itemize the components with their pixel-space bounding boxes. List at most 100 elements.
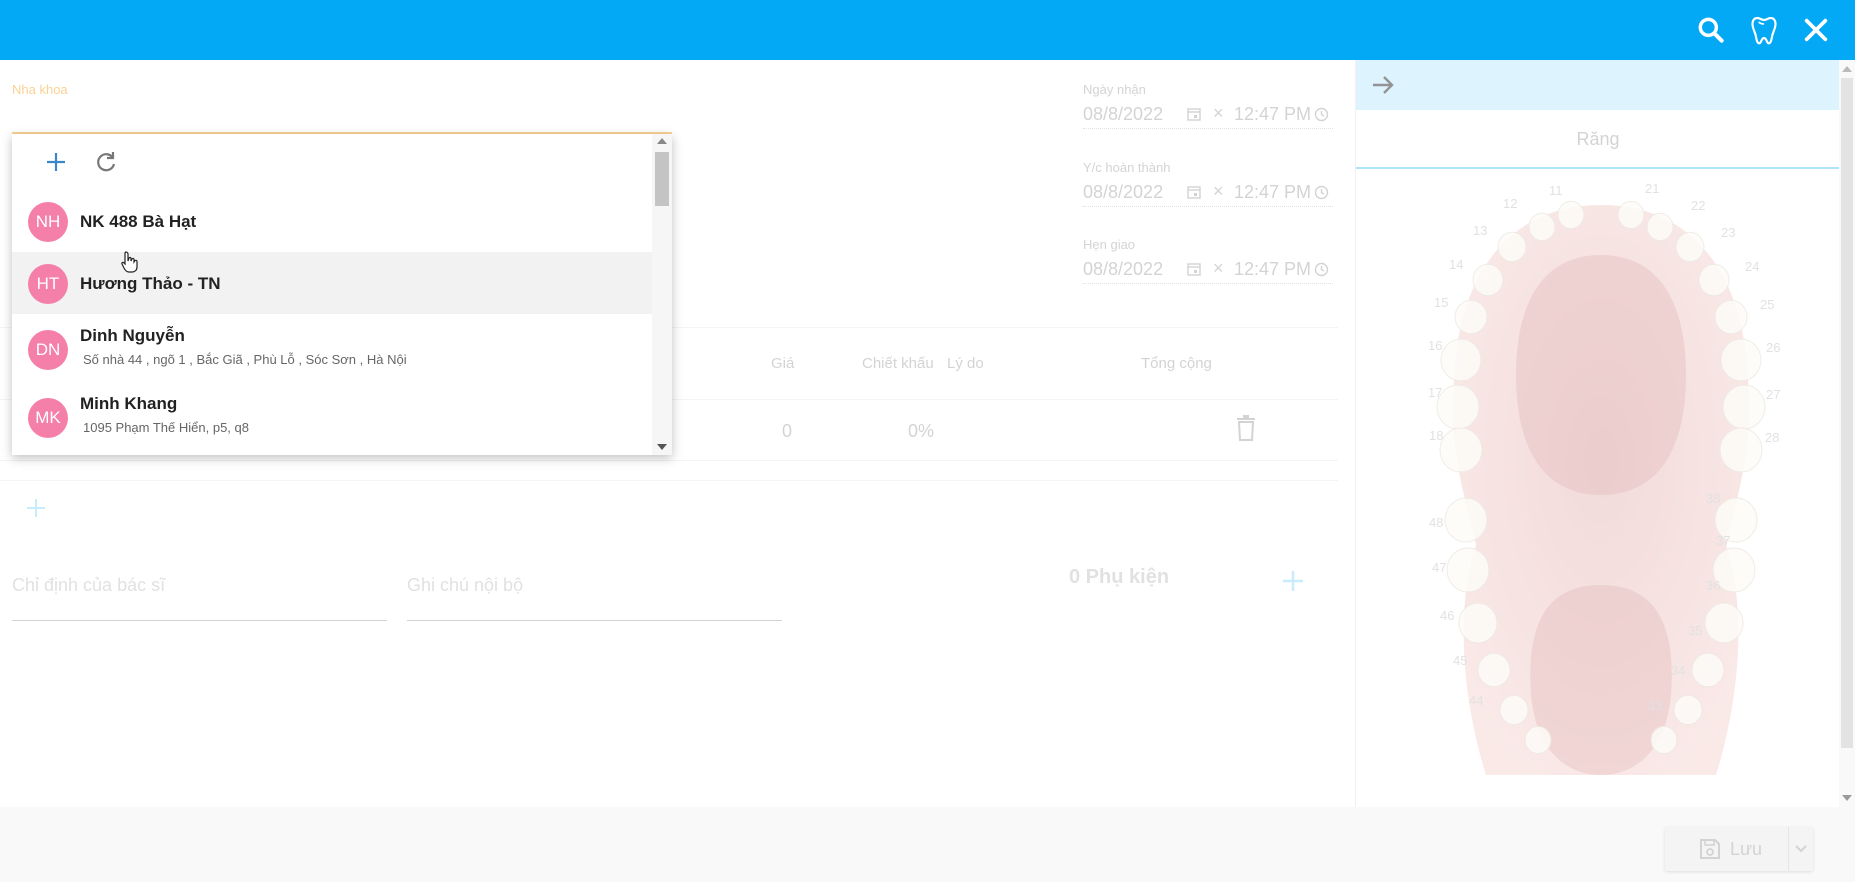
tooth-number: 26 <box>1766 340 1780 355</box>
list-item[interactable]: MK Minh Khang 1095 Phạm Thế Hiển, p5, q8 <box>12 382 652 444</box>
add-accessory-icon[interactable] <box>1280 568 1306 594</box>
scroll-thumb[interactable] <box>655 152 669 206</box>
delivery-time-value[interactable]: 12:47 PM <box>1234 259 1311 280</box>
clear-icon[interactable]: × <box>1213 181 1224 202</box>
tooth-number: 12 <box>1503 196 1517 211</box>
tooth <box>1646 212 1674 242</box>
tooth <box>1477 652 1511 688</box>
tooth <box>1720 338 1762 382</box>
tooth <box>1704 602 1744 644</box>
list-item[interactable]: NH NK 488 Bà Hạt <box>12 190 652 252</box>
tooth-number: 25 <box>1760 297 1774 312</box>
save-button[interactable]: Lưu <box>1665 827 1789 871</box>
list-item[interactable]: HT Hương Thảo - TN <box>12 252 652 314</box>
price-column-header: Giá <box>771 355 795 372</box>
received-time-value[interactable]: 12:47 PM <box>1234 104 1311 125</box>
save-button-label: Lưu <box>1730 839 1763 859</box>
tooth <box>1524 725 1552 755</box>
teeth-panel-scrollbar[interactable] <box>1839 60 1855 807</box>
tooth <box>1650 725 1678 755</box>
item-name: Hương Thảo - TN <box>80 274 221 293</box>
item-name: NK 488 Bà Hạt <box>80 212 197 231</box>
calendar-icon[interactable] <box>1187 262 1201 276</box>
doctor-instruction-label: Chỉ định của bác sĩ <box>12 575 166 595</box>
tooth-number: 47 <box>1432 560 1446 575</box>
tooth <box>1444 497 1488 543</box>
calendar-icon[interactable] <box>1187 185 1201 199</box>
teeth-panel-header <box>1356 60 1855 110</box>
due-date-value[interactable]: 08/8/2022 <box>1083 182 1163 203</box>
tooth <box>1675 231 1705 263</box>
accessories-count: 0 Phụ kiện <box>1069 566 1170 588</box>
item-name: Dinh Nguyễn <box>80 326 185 345</box>
internal-note-underline <box>407 620 782 621</box>
trash-icon[interactable] <box>1235 415 1257 441</box>
due-time-value[interactable]: 12:47 PM <box>1234 182 1311 203</box>
floppy-disk-icon <box>1700 839 1720 859</box>
teeth-chart[interactable]: 11 21 12 22 13 23 14 24 15 25 16 26 17 27 18 28 48 47 46 45… <box>1366 175 1836 807</box>
tooth-number: 27 <box>1766 387 1780 402</box>
add-row-icon[interactable] <box>24 496 48 520</box>
tooth-number: 33 <box>1648 698 1662 713</box>
save-options-button[interactable] <box>1789 827 1813 871</box>
lab-field-label: Nha khoa <box>12 82 68 97</box>
avatar: MK <box>28 398 68 438</box>
clear-icon[interactable]: × <box>1213 258 1224 279</box>
save-button-group: Lưu <box>1665 827 1813 871</box>
tooth-number: 22 <box>1691 198 1705 213</box>
scroll-thumb[interactable] <box>1841 78 1853 748</box>
due-date-field[interactable]: 08/8/2022 × 12:47 PM <box>1083 179 1333 207</box>
dropdown-toolbar <box>12 134 652 190</box>
tooth <box>1557 200 1585 230</box>
scroll-down-arrow[interactable] <box>1842 795 1852 801</box>
tooth <box>1436 384 1480 430</box>
tooth-number: 44 <box>1469 693 1483 708</box>
calendar-icon[interactable] <box>1187 107 1201 121</box>
clock-icon[interactable] <box>1314 107 1329 122</box>
add-icon[interactable] <box>42 148 70 176</box>
received-date-field[interactable]: 08/8/2022 × 12:47 PM <box>1083 101 1333 129</box>
delivery-date-value[interactable]: 08/8/2022 <box>1083 259 1163 280</box>
row-price[interactable]: 0 <box>782 421 792 442</box>
accessories-panel: 0 Phụ kiện <box>1055 550 1335 620</box>
refresh-icon[interactable] <box>92 148 120 176</box>
received-date-value[interactable]: 08/8/2022 <box>1083 104 1163 125</box>
avatar: HT <box>28 264 68 304</box>
tooth-number: 35 <box>1688 623 1702 638</box>
item-address: 1095 Phạm Thế Hiển, p5, q8 <box>83 420 249 435</box>
doctor-instruction-field[interactable]: Chỉ định của bác sĩ <box>12 575 387 621</box>
tooth <box>1439 427 1483 473</box>
tooth-number: 46 <box>1440 608 1454 623</box>
clock-icon[interactable] <box>1314 262 1329 277</box>
scroll-down-arrow[interactable] <box>657 444 667 450</box>
tooth-number: 21 <box>1645 181 1659 196</box>
tab-teeth[interactable]: Răng <box>1356 110 1840 169</box>
arrow-right-icon[interactable] <box>1370 72 1396 98</box>
tooth <box>1722 384 1766 430</box>
teeth-panel: Răng 11 21 12 22 13 23 14 24 15 25 16 26 17 27 18 28 48 4… <box>1355 60 1855 807</box>
tooth-number: 45 <box>1453 653 1467 668</box>
clear-icon[interactable]: × <box>1213 103 1224 124</box>
internal-note-field[interactable]: Ghi chú nội bộ <box>407 575 782 621</box>
scroll-up-arrow[interactable] <box>657 138 667 144</box>
tooth-number: 38 <box>1706 491 1720 506</box>
tooth <box>1673 694 1703 726</box>
due-date-group: Y/c hoàn thành 08/8/2022 × 12:47 PM <box>1083 160 1333 207</box>
list-item[interactable]: DN Dinh Nguyễn Số nhà 44 , ngõ 1 , Bắc G… <box>12 314 652 376</box>
row-divider-2 <box>0 480 1338 481</box>
search-icon[interactable] <box>1695 14 1727 46</box>
item-name: Minh Khang <box>80 394 178 413</box>
reason-column-header: Lý do <box>947 355 984 372</box>
tooth <box>1454 299 1488 335</box>
tongue <box>1530 585 1672 775</box>
tooth-icon[interactable] <box>1748 14 1780 46</box>
tooth-number: 15 <box>1434 295 1448 310</box>
scroll-up-arrow[interactable] <box>1842 66 1852 72</box>
delivery-date-field[interactable]: 08/8/2022 × 12:47 PM <box>1083 256 1333 284</box>
palate <box>1516 255 1686 495</box>
close-icon[interactable] <box>1800 14 1832 46</box>
dropdown-scrollbar[interactable] <box>652 134 672 455</box>
row-discount[interactable]: 0% <box>908 421 934 442</box>
clock-icon[interactable] <box>1314 185 1329 200</box>
footer-bar: Lưu <box>0 807 1855 882</box>
